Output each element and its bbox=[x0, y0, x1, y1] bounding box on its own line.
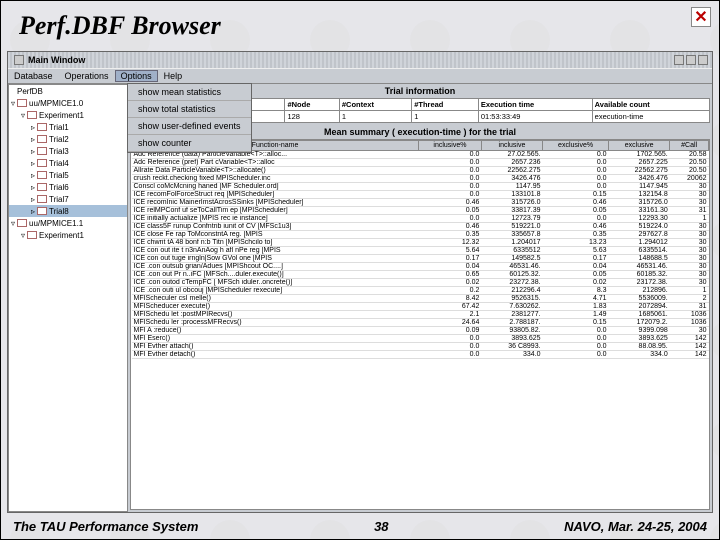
info-header[interactable]: #Context bbox=[339, 99, 411, 111]
tree-item[interactable]: ▹Trial1 bbox=[9, 121, 127, 133]
folder-icon bbox=[37, 147, 47, 155]
table-row[interactable]: MFISchedu ler :processMFRecvs()24.642.78… bbox=[132, 319, 709, 327]
info-cell: 128 bbox=[285, 111, 339, 123]
tree-item[interactable]: ▹Trial5 bbox=[9, 169, 127, 181]
folder-icon bbox=[37, 123, 47, 131]
tree-panel[interactable]: PerfDB▿uu/MPMICE1.0▿Experiment1▹Trial1▹T… bbox=[8, 84, 128, 512]
info-header[interactable]: #Thread bbox=[412, 99, 479, 111]
grid-header[interactable]: inclusive% bbox=[419, 141, 482, 151]
table-row[interactable]: ICE con out tuge irngln|Sow GVol one [MP… bbox=[132, 255, 709, 263]
table-row[interactable]: MFISchedu let :postMPIRecvs()2.12381277.… bbox=[132, 311, 709, 319]
titlebar[interactable]: Main Window bbox=[8, 52, 712, 68]
folder-icon bbox=[27, 111, 37, 119]
info-cell: 01:53:33:49 bbox=[478, 111, 592, 123]
info-cell: 1 bbox=[412, 111, 479, 123]
table-row[interactable]: ICE relMPConf uf seToCallTim ep [MPISche… bbox=[132, 207, 709, 215]
footer-right: NAVO, Mar. 24-25, 2004 bbox=[564, 519, 707, 534]
info-header[interactable]: Available count bbox=[592, 99, 709, 111]
table-row[interactable]: crush reckt.checking fixed MPIScheduler.… bbox=[132, 175, 709, 183]
grid-header[interactable]: exclusive bbox=[609, 141, 670, 151]
table-row[interactable]: ICE chwrit tA 48 bonf n:b Titn [MPISchci… bbox=[132, 239, 709, 247]
table-row[interactable]: MFIScheculer csI melle()8.429526315.4.71… bbox=[132, 295, 709, 303]
main-window: Main Window Database Operations Options … bbox=[7, 51, 713, 513]
info-header[interactable]: Execution time bbox=[478, 99, 592, 111]
tree-item[interactable]: ▹Trial3 bbox=[9, 145, 127, 157]
window-title: Main Window bbox=[28, 55, 85, 65]
table-row[interactable]: MFI Evther detach()0.0334.00.0334.0142 bbox=[132, 351, 709, 359]
info-cell: execution-time bbox=[592, 111, 709, 123]
folder-icon bbox=[37, 135, 47, 143]
menu-database[interactable]: Database bbox=[8, 71, 59, 81]
table-row[interactable]: ICE close Fe rap ToMconstntA reg. [MPIS0… bbox=[132, 231, 709, 239]
table-row[interactable]: ICE .con out Pr n..iFC [MFSch....duler.e… bbox=[132, 271, 709, 279]
folder-icon bbox=[37, 195, 47, 203]
folder-icon bbox=[37, 183, 47, 191]
maximize-icon[interactable] bbox=[686, 55, 696, 65]
table-row[interactable]: ICE con out ite t n3nAnAog h afl nPe reg… bbox=[132, 247, 709, 255]
grid-header[interactable]: inclusive bbox=[481, 141, 542, 151]
tree-item[interactable]: ▹Trial4 bbox=[9, 157, 127, 169]
tree-item[interactable]: ▹Trial8 bbox=[9, 205, 127, 217]
menubar: Database Operations Options Help bbox=[8, 68, 712, 84]
table-row[interactable]: ICE class5F runup Confntrib iunit of CV … bbox=[132, 223, 709, 231]
table-row[interactable]: MFIScheducer execute()67.427.630262.1.83… bbox=[132, 303, 709, 311]
table-row[interactable]: Adc Reference (pref) Part cVariable<T>::… bbox=[132, 159, 709, 167]
tree-item[interactable]: ▹Trial6 bbox=[9, 181, 127, 193]
tree-item[interactable]: ▿uu/MPMICE1.0 bbox=[9, 97, 127, 109]
tree-item[interactable]: PerfDB bbox=[9, 85, 127, 97]
tree-item[interactable]: ▿Experiment1 bbox=[9, 109, 127, 121]
folder-icon bbox=[17, 99, 27, 107]
folder-icon bbox=[37, 171, 47, 179]
folder-icon bbox=[27, 231, 37, 239]
grid-header[interactable]: exclusive% bbox=[543, 141, 609, 151]
tree-item[interactable]: ▿uu/MPMICE1.1 bbox=[9, 217, 127, 229]
grid-header[interactable]: #Call bbox=[670, 141, 709, 151]
folder-icon bbox=[37, 159, 47, 167]
table-row[interactable]: ICE .con outsub grian/Adues [MPIShcout O… bbox=[132, 263, 709, 271]
dropdown-item-0[interactable]: show mean statistics bbox=[128, 84, 251, 101]
info-header[interactable]: #Node bbox=[285, 99, 339, 111]
close-icon[interactable]: ✕ bbox=[691, 7, 711, 27]
menu-options[interactable]: Options bbox=[115, 70, 158, 82]
menu-help[interactable]: Help bbox=[158, 71, 189, 81]
slide-title: Perf.DBF Browser bbox=[19, 11, 221, 41]
folder-icon bbox=[17, 219, 27, 227]
table-row[interactable]: MFI A :reduce()0.0993805.82.0.09399.0983… bbox=[132, 327, 709, 335]
dropdown-item-2[interactable]: show user-defined events bbox=[128, 118, 251, 135]
summary-grid[interactable]: Function-nameinclusive%inclusiveexclusiv… bbox=[130, 139, 710, 510]
dropdown-item-3[interactable]: show counter bbox=[128, 135, 251, 152]
dropdown-item-1[interactable]: show total statistics bbox=[128, 101, 251, 118]
table-row[interactable]: ICE .con outod cTempFC [ MFSch iduler..o… bbox=[132, 279, 709, 287]
window-menu-icon[interactable] bbox=[14, 55, 24, 65]
info-cell: 1 bbox=[339, 111, 411, 123]
table-row[interactable]: MFI Eserc()0.03893.6250.03893.625142 bbox=[132, 335, 709, 343]
footer-left: The TAU Performance System bbox=[13, 519, 198, 534]
footer-page: 38 bbox=[374, 519, 388, 534]
table-row[interactable]: Allrate Data ParticleVariable<T>::alloca… bbox=[132, 167, 709, 175]
folder-icon bbox=[37, 207, 47, 215]
table-row[interactable]: ICE recomInic MainerImstAcrosSSinks [MPI… bbox=[132, 199, 709, 207]
tree-item[interactable]: ▿Experiment1 bbox=[9, 229, 127, 241]
table-row[interactable]: ICE initially actualize [MPIS rec ie ins… bbox=[132, 215, 709, 223]
table-row[interactable]: ICE recomFolForceStruct req [MPISchedule… bbox=[132, 191, 709, 199]
options-dropdown: show mean statisticsshow total statistic… bbox=[127, 83, 252, 153]
tree-item[interactable]: ▹Trial2 bbox=[9, 133, 127, 145]
menu-operations[interactable]: Operations bbox=[59, 71, 115, 81]
close-window-icon[interactable] bbox=[698, 55, 708, 65]
table-row[interactable]: MFI Evther attach()0.036 C8993.0.088.08.… bbox=[132, 343, 709, 351]
minimize-icon[interactable] bbox=[674, 55, 684, 65]
table-row[interactable]: ICE .con outi ul obcouj [MPIScheduler re… bbox=[132, 287, 709, 295]
tree-item[interactable]: ▹Trial7 bbox=[9, 193, 127, 205]
table-row[interactable]: Conscl coMcMcning haned [MF Scheduler.or… bbox=[132, 183, 709, 191]
